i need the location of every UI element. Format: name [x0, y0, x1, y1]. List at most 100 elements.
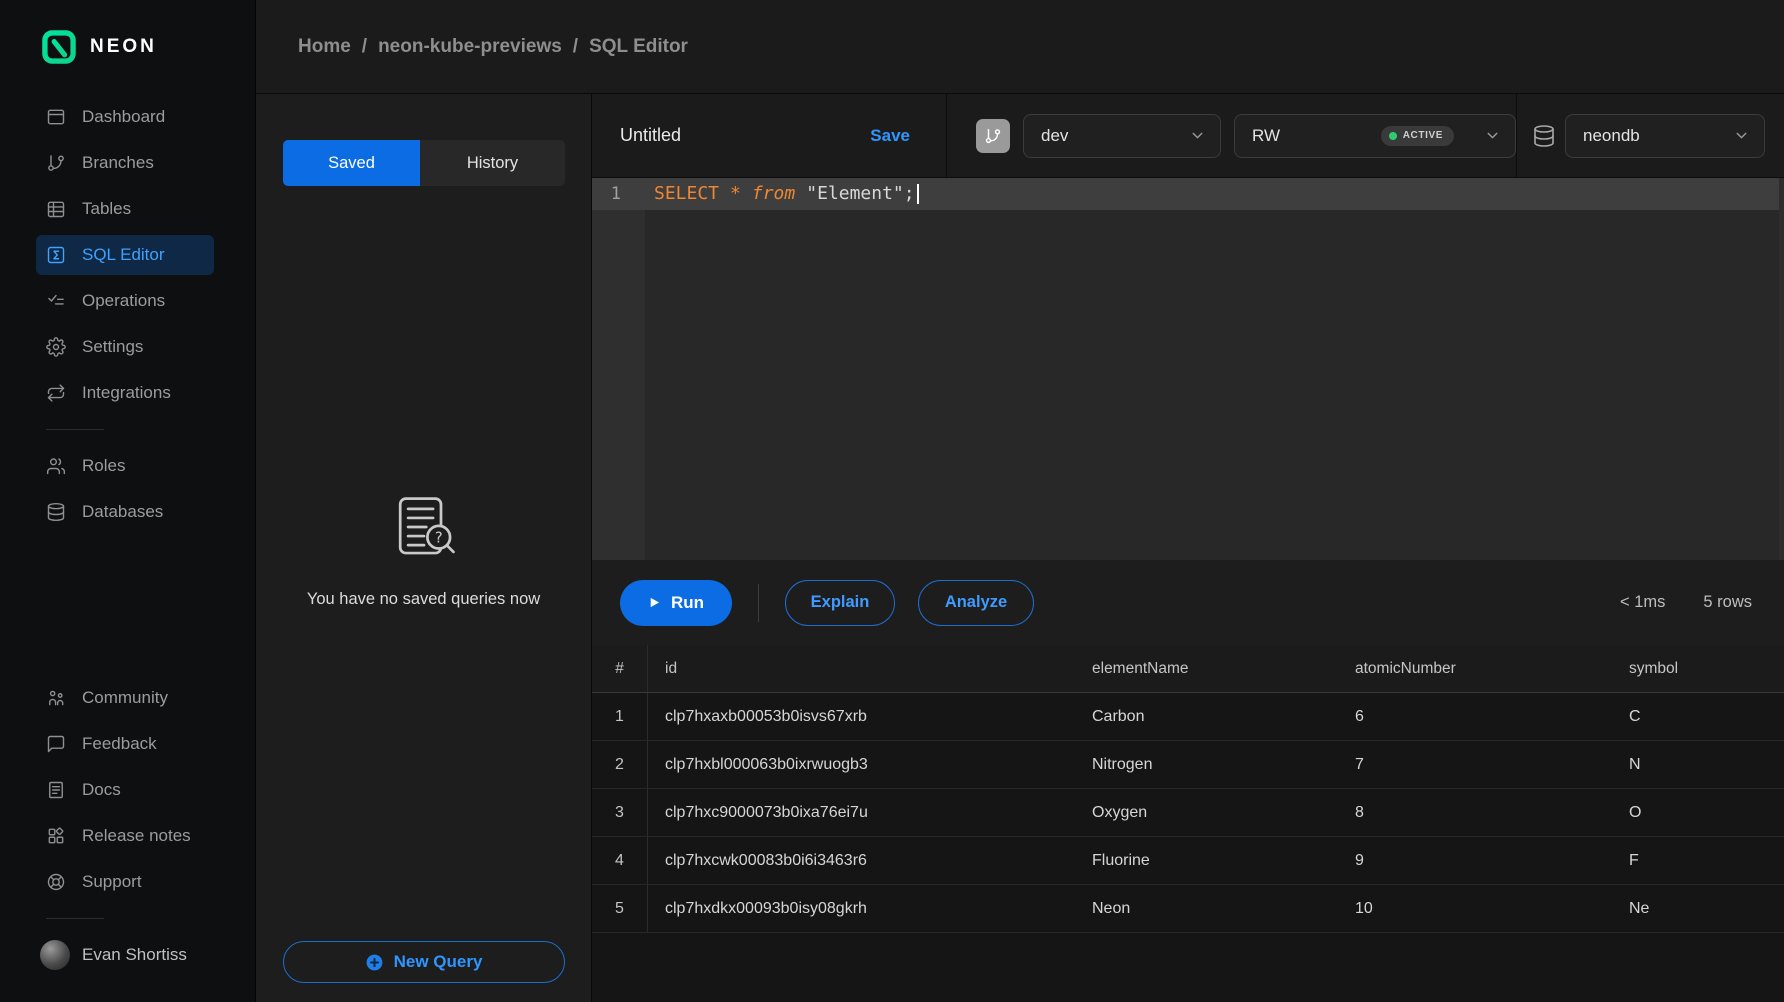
empty-message: You have no saved queries now: [307, 590, 540, 609]
column-header-atomicnumber: atomicNumber: [1338, 645, 1612, 692]
tab-saved[interactable]: Saved: [283, 140, 420, 186]
column-header-symbol: symbol: [1612, 645, 1784, 692]
cell-id: clp7hxcwk00083b0i6i3463r6: [648, 837, 1075, 884]
database-select-value: neondb: [1583, 126, 1640, 146]
column-header-index: #: [592, 645, 648, 692]
sidebar-item-roles[interactable]: Roles: [0, 443, 255, 489]
sidebar-divider: [46, 429, 104, 430]
editor-gutter: [592, 178, 645, 560]
cell-symbol: N: [1612, 741, 1784, 788]
sidebar-item-operations[interactable]: Operations: [0, 278, 255, 324]
sidebar-item-community[interactable]: Community: [0, 675, 255, 721]
sidebar-item-tables[interactable]: Tables: [0, 186, 255, 232]
cell-id: clp7hxaxb00053b0isvs67xrb: [648, 693, 1075, 740]
cell-elementname: Neon: [1075, 885, 1338, 932]
text-cursor: [917, 184, 919, 204]
avatar: [40, 940, 70, 970]
user-menu[interactable]: Evan Shortiss: [0, 932, 255, 978]
cell-atomicnumber: 7: [1338, 741, 1612, 788]
breadcrumb-project[interactable]: neon-kube-previews: [378, 36, 562, 58]
sidebar-item-label: Operations: [82, 291, 165, 311]
branch-select-value: dev: [1041, 126, 1068, 146]
neon-logo-icon: [42, 30, 76, 64]
status-badge-label: ACTIVE: [1403, 130, 1443, 141]
table-header: # id elementName atomicNumber symbol: [592, 645, 1784, 693]
cell-elementname: Nitrogen: [1075, 741, 1338, 788]
main-area: Home / neon-kube-previews / SQL Editor S…: [256, 0, 1784, 1002]
cell-symbol: C: [1612, 693, 1784, 740]
sql-workarea: Untitled Save dev: [592, 94, 1784, 1002]
new-query-label: New Query: [394, 952, 483, 972]
sidebar-item-label: Settings: [82, 337, 143, 357]
cell-atomicnumber: 6: [1338, 693, 1612, 740]
sidebar-item-branches[interactable]: Branches: [0, 140, 255, 186]
new-query-button[interactable]: New Query: [283, 941, 565, 983]
users-icon: [46, 456, 66, 476]
tab-history[interactable]: History: [420, 140, 565, 186]
sidebar-item-sql-editor[interactable]: SQL Editor: [36, 235, 214, 275]
analyze-button[interactable]: Analyze: [918, 580, 1034, 626]
breadcrumb-separator: /: [362, 36, 367, 58]
row-index: 4: [592, 837, 648, 884]
play-icon: [648, 596, 661, 609]
sidebar-item-label: Feedback: [82, 734, 157, 754]
community-icon: [46, 688, 66, 708]
branch-icon-button[interactable]: [976, 119, 1010, 153]
sidebar-item-label: Community: [82, 688, 168, 708]
run-label: Run: [671, 593, 704, 613]
active-dot-icon: [1389, 132, 1397, 140]
code-text: SELECT*from"Element";: [645, 178, 919, 210]
new-query-row: New Query: [256, 941, 591, 1002]
brand-logo[interactable]: NEON: [0, 0, 255, 94]
sidebar-item-integrations[interactable]: Integrations: [0, 370, 255, 416]
sql-keyword: from: [752, 178, 795, 210]
breadcrumb-home[interactable]: Home: [298, 36, 351, 58]
cell-elementname: Fluorine: [1075, 837, 1338, 884]
dashboard-icon: [46, 107, 66, 127]
cell-id: clp7hxdkx00093b0isy08gkrh: [648, 885, 1075, 932]
run-button[interactable]: Run: [620, 580, 732, 626]
compute-select[interactable]: RW ACTIVE: [1234, 114, 1516, 158]
user-name: Evan Shortiss: [82, 945, 187, 965]
queries-tabs: Saved History: [283, 140, 565, 186]
sql-code-editor[interactable]: 1 SELECT*from"Element";: [592, 178, 1784, 560]
save-button[interactable]: Save: [870, 126, 910, 146]
sidebar-item-dashboard[interactable]: Dashboard: [0, 94, 255, 140]
sidebar-item-settings[interactable]: Settings: [0, 324, 255, 370]
sidebar-item-databases[interactable]: Databases: [0, 489, 255, 535]
editor-scrollbar[interactable]: [1779, 178, 1784, 560]
sidebar-item-feedback[interactable]: Feedback: [0, 721, 255, 767]
sidebar-item-release-notes[interactable]: Release notes: [0, 813, 255, 859]
cell-elementname: Carbon: [1075, 693, 1338, 740]
editor-toolbar: Untitled Save dev: [592, 94, 1784, 178]
breadcrumb-bar: Home / neon-kube-previews / SQL Editor: [256, 0, 1784, 94]
cell-atomicnumber: 9: [1338, 837, 1612, 884]
git-branch-icon: [984, 127, 1002, 145]
sql-identifier: "Element": [806, 178, 904, 210]
row-count: 5 rows: [1703, 593, 1752, 612]
sidebar-item-label: Integrations: [82, 383, 171, 403]
row-index: 1: [592, 693, 648, 740]
sidebar-item-docs[interactable]: Docs: [0, 767, 255, 813]
database-select[interactable]: neondb: [1565, 114, 1765, 158]
sidebar-divider: [46, 918, 104, 919]
cell-id: clp7hxbl000063b0ixrwuogb3: [648, 741, 1075, 788]
chevron-down-icon: [1189, 127, 1206, 144]
git-branch-icon: [46, 153, 66, 173]
breadcrumb: Home / neon-kube-previews / SQL Editor: [298, 36, 688, 58]
query-title-input[interactable]: Untitled: [620, 125, 681, 146]
queries-panel: Saved History ?: [256, 94, 592, 1002]
cell-atomicnumber: 8: [1338, 789, 1612, 836]
chevron-down-icon: [1484, 127, 1501, 144]
cell-symbol: F: [1612, 837, 1784, 884]
sidebar-item-support[interactable]: Support: [0, 859, 255, 905]
sidebar-nav-bottom: Community Feedback Docs Release notes: [0, 675, 255, 905]
brand-wordmark: NEON: [90, 36, 157, 58]
table-row: 2 clp7hxbl000063b0ixrwuogb3 Nitrogen 7 N: [592, 741, 1784, 789]
explain-button[interactable]: Explain: [785, 580, 895, 626]
branch-select[interactable]: dev: [1023, 114, 1221, 158]
shapes-grid-icon: [46, 826, 66, 846]
row-index: 2: [592, 741, 648, 788]
sidebar-item-label: Dashboard: [82, 107, 165, 127]
sql-keyword: SELECT: [654, 178, 719, 210]
